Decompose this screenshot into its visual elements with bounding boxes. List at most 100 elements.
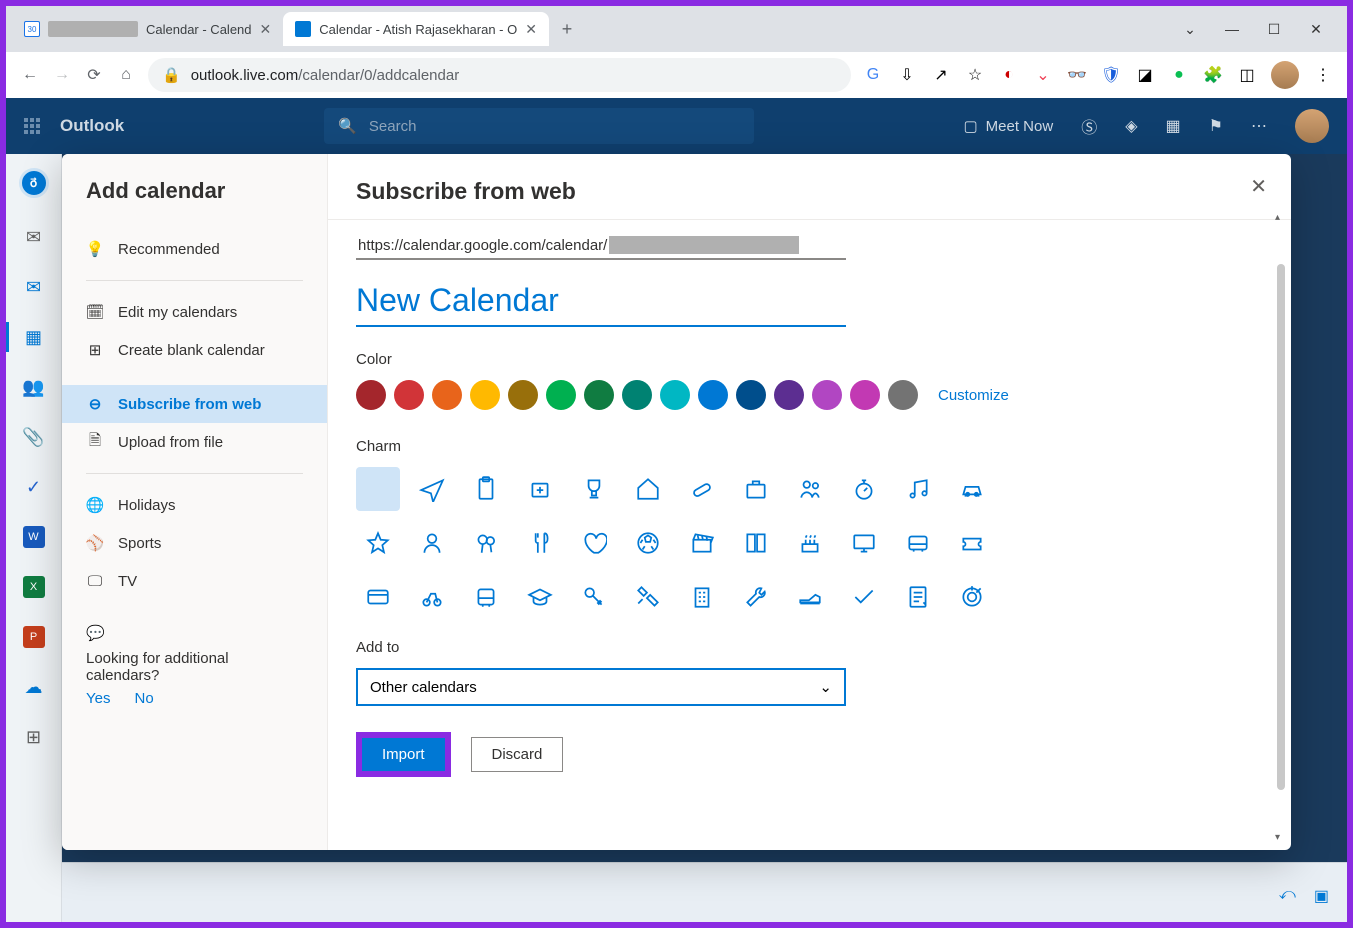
scroll-thumb[interactable] <box>1277 264 1285 790</box>
charm-clapper-icon[interactable] <box>680 521 724 565</box>
charm-bus-alt-icon[interactable] <box>896 521 940 565</box>
onedrive-icon[interactable]: ☁ <box>23 676 45 698</box>
new-tab-button[interactable]: + <box>549 19 585 40</box>
charm-grad-icon[interactable] <box>518 575 562 619</box>
sidebar-item-tv[interactable]: 🖵TV <box>62 562 327 600</box>
more-icon[interactable]: ⋯ <box>1251 116 1267 136</box>
charm-clipboard-icon[interactable] <box>464 467 508 511</box>
charm-building-icon[interactable] <box>680 575 724 619</box>
footer-no-link[interactable]: No <box>134 690 153 707</box>
scroll-down-icon[interactable]: ▾ <box>1275 832 1285 842</box>
close-window-icon[interactable]: ✕ <box>1307 21 1325 38</box>
color-swatch-7[interactable] <box>622 380 652 410</box>
search-input[interactable]: 🔍 Search <box>324 108 754 144</box>
calendar-url-input[interactable]: https://calendar.google.com/calendar/ <box>356 232 846 260</box>
chevron-down-icon[interactable]: ⌄ <box>1181 21 1199 38</box>
charm-trophy-icon[interactable] <box>572 467 616 511</box>
charm-briefcase-icon[interactable] <box>734 467 778 511</box>
mail-filled-icon[interactable]: ✉ <box>23 276 45 298</box>
bitwarden-icon[interactable]: 🛡 <box>1101 65 1121 85</box>
charm-notes-icon[interactable] <box>896 575 940 619</box>
charm-balloons-icon[interactable] <box>464 521 508 565</box>
maximize-icon[interactable]: ☐ <box>1265 21 1283 38</box>
star-icon[interactable]: ☆ <box>965 65 985 85</box>
scrollbar[interactable]: ▴ ▾ <box>1275 224 1285 830</box>
tab-outlook-calendar[interactable]: Calendar - Atish Rajasekharan - O ✕ <box>283 12 549 46</box>
app-launcher-icon[interactable] <box>24 118 40 134</box>
charm-cake-icon[interactable] <box>788 521 832 565</box>
addto-select[interactable]: Other calendars ⌄ <box>356 668 846 706</box>
charm-heart-icon[interactable] <box>572 521 616 565</box>
calendar-icon[interactable]: ▦ <box>23 326 45 348</box>
charm-target-icon[interactable] <box>950 575 994 619</box>
color-swatch-0[interactable] <box>356 380 386 410</box>
close-icon[interactable]: ✕ <box>525 21 537 38</box>
sidebar-item-create[interactable]: ⊞Create blank calendar <box>62 331 327 369</box>
charm-book-icon[interactable] <box>734 521 778 565</box>
reload-icon[interactable]: ⟳ <box>84 65 104 85</box>
attach-icon[interactable]: 📎 <box>23 426 45 448</box>
people-icon[interactable]: 👥 <box>23 376 45 398</box>
scroll-up-icon[interactable]: ▴ <box>1275 212 1285 222</box>
google-icon[interactable]: G <box>863 65 883 85</box>
apps-icon[interactable]: ⊞ <box>23 726 45 748</box>
discard-button[interactable]: Discard <box>471 737 564 772</box>
back-icon[interactable]: ← <box>20 65 40 85</box>
ext-icon-1[interactable]: ◪ <box>1135 65 1155 85</box>
charm-pill-icon[interactable] <box>680 467 724 511</box>
color-swatch-6[interactable] <box>584 380 614 410</box>
calendar-name-input[interactable] <box>356 280 846 327</box>
excel-icon[interactable]: X <box>23 576 45 598</box>
sidebar-item-holidays[interactable]: 🌐Holidays <box>62 486 327 524</box>
outlook-logo-icon[interactable]: o⃗ <box>19 168 49 198</box>
flag-icon[interactable]: ⚑ <box>1209 116 1223 136</box>
account-avatar[interactable] <box>1295 109 1329 143</box>
charm-key-icon[interactable] <box>572 575 616 619</box>
charm-ticket-icon[interactable] <box>950 521 994 565</box>
charm-tools-icon[interactable] <box>626 575 670 619</box>
tab-google-calendar[interactable]: 30 Calendar - Calend ✕ <box>12 12 283 46</box>
color-swatch-3[interactable] <box>470 380 500 410</box>
charm-car-icon[interactable] <box>950 467 994 511</box>
charm-medical-icon[interactable] <box>518 467 562 511</box>
pocket-icon[interactable]: ⌄ <box>1033 65 1053 85</box>
sidebar-item-sports[interactable]: ⚾Sports <box>62 524 327 562</box>
footer-yes-link[interactable]: Yes <box>86 690 110 707</box>
sidebar-item-subscribe[interactable]: ⊖Subscribe from web <box>62 385 327 423</box>
color-swatch-13[interactable] <box>850 380 880 410</box>
color-swatch-5[interactable] <box>546 380 576 410</box>
mail-icon[interactable]: ✉ <box>23 226 45 248</box>
color-swatch-1[interactable] <box>394 380 424 410</box>
extensions-icon[interactable]: 🧩 <box>1203 65 1223 85</box>
charm-home-icon[interactable] <box>626 467 670 511</box>
charm-people-icon[interactable] <box>788 467 832 511</box>
color-swatch-2[interactable] <box>432 380 462 410</box>
charm-music-icon[interactable] <box>896 467 940 511</box>
install-icon[interactable]: ⇩ <box>897 65 917 85</box>
charm-person-icon[interactable] <box>410 521 454 565</box>
share-icon[interactable]: ↗ <box>931 65 951 85</box>
customize-link[interactable]: Customize <box>938 387 1009 404</box>
skype-icon[interactable]: Ⓢ <box>1081 114 1097 138</box>
color-swatch-14[interactable] <box>888 380 918 410</box>
minimize-icon[interactable]: — <box>1223 21 1241 37</box>
color-swatch-4[interactable] <box>508 380 538 410</box>
charm-soccer-icon[interactable] <box>626 521 670 565</box>
todo-icon[interactable]: ✓ <box>23 476 45 498</box>
news-icon[interactable]: ▦ <box>1166 116 1181 136</box>
charm-bus-icon[interactable] <box>464 575 508 619</box>
privacy-icon[interactable]: 👓 <box>1067 65 1087 85</box>
meet-now-button[interactable]: ▢Meet Now <box>963 117 1053 135</box>
close-icon[interactable]: ✕ <box>1250 174 1267 199</box>
sidebar-item-recommended[interactable]: 💡Recommended <box>62 230 327 268</box>
profile-avatar[interactable] <box>1271 61 1299 89</box>
url-input[interactable]: 🔒 outlook.live.com/calendar/0/addcalenda… <box>148 58 851 92</box>
charm-fork-icon[interactable] <box>518 521 562 565</box>
color-swatch-12[interactable] <box>812 380 842 410</box>
sidebar-item-upload[interactable]: 🗎Upload from file <box>62 423 327 461</box>
charm-stopwatch-icon[interactable] <box>842 467 886 511</box>
forward-icon[interactable]: → <box>52 65 72 85</box>
charm-plane-icon[interactable] <box>410 467 454 511</box>
charm-bike-icon[interactable] <box>410 575 454 619</box>
color-swatch-10[interactable] <box>736 380 766 410</box>
